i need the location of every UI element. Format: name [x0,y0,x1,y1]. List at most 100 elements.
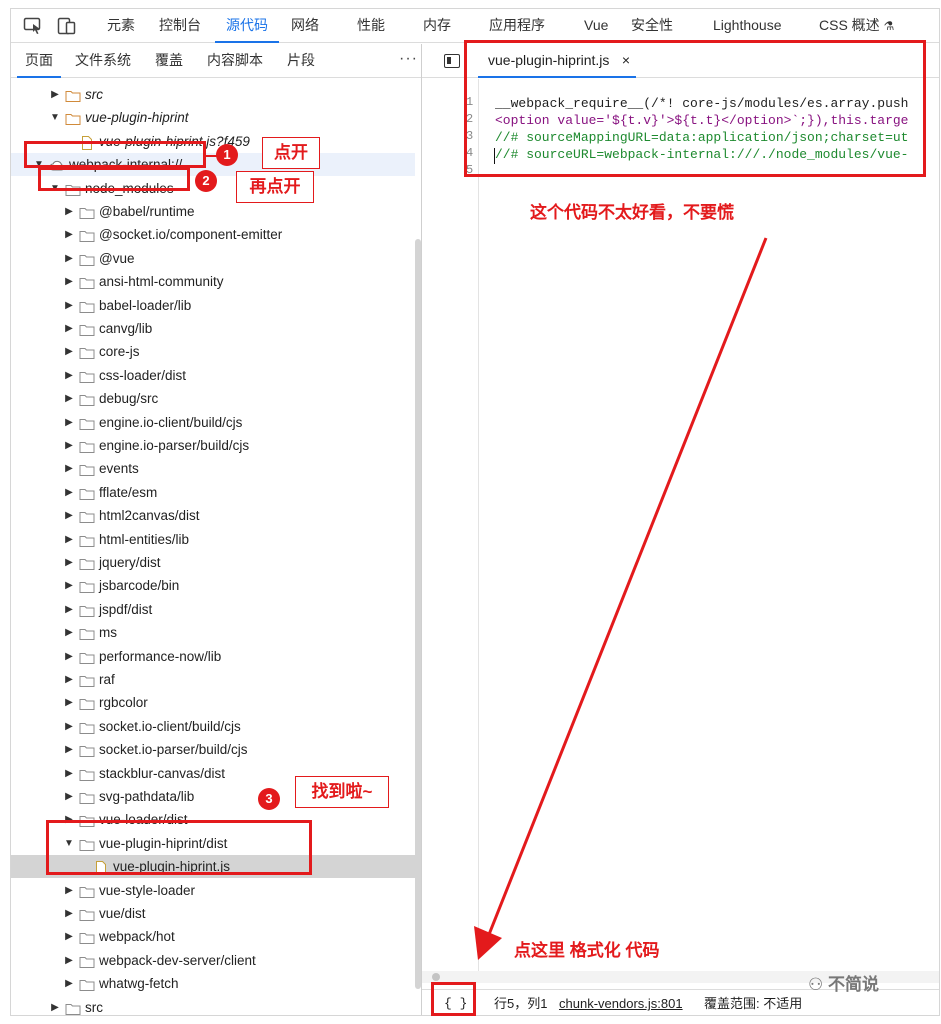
collapsed-triangle-icon[interactable]: ▶ [49,83,61,106]
collapsed-triangle-icon[interactable]: ▶ [63,691,75,714]
collapsed-triangle-icon[interactable]: ▶ [63,294,75,317]
tree-folder-item[interactable]: ▶ @vue [11,247,415,270]
tree-folder-item[interactable]: ▶ raf [11,668,415,691]
tree-folder-item[interactable]: ▶ vue-style-loader [11,879,415,902]
tree-folder-item[interactable]: ▶ canvg/lib [11,317,415,340]
collapsed-triangle-icon[interactable]: ▶ [63,504,75,527]
tab-css-overview-label: CSS 概述 [819,17,880,33]
collapsed-triangle-icon[interactable]: ▶ [63,528,75,551]
tree-folder-item[interactable]: ▶ fflate/esm [11,481,415,504]
collapsed-triangle-icon[interactable]: ▶ [63,247,75,270]
tab-memory[interactable]: 内存 [423,9,451,43]
collapsed-triangle-icon[interactable]: ▶ [63,411,75,434]
tree-folder-item[interactable]: ▶ jquery/dist [11,551,415,574]
subtab-content-scripts[interactable]: 内容脚本 [207,44,263,78]
collapsed-triangle-icon[interactable]: ▶ [63,925,75,948]
collapsed-triangle-icon[interactable]: ▶ [63,574,75,597]
tree-folder-item[interactable]: ▶ css-loader/dist [11,364,415,387]
folder-icon [79,532,95,547]
collapsed-triangle-icon[interactable]: ▶ [63,457,75,480]
folder-icon [79,578,95,594]
collapsed-triangle-icon[interactable]: ▶ [63,902,75,925]
tab-application[interactable]: 应用程序 [489,9,545,43]
tree-folder-item[interactable]: ▶ webpack/hot [11,925,415,948]
collapsed-triangle-icon[interactable]: ▶ [63,738,75,761]
device-toolbar-icon[interactable] [57,17,77,35]
tree-folder-item[interactable]: ▶ jspdf/dist [11,598,415,621]
tab-console[interactable]: 控制台 [159,9,201,43]
collapsed-triangle-icon[interactable]: ▶ [63,715,75,738]
collapsed-triangle-icon[interactable]: ▶ [63,645,75,668]
collapsed-triangle-icon[interactable]: ▶ [63,551,75,574]
collapsed-triangle-icon[interactable]: ▶ [63,762,75,785]
collapsed-triangle-icon[interactable]: ▶ [63,598,75,621]
collapsed-triangle-icon[interactable]: ▶ [63,223,75,246]
subtab-snippets[interactable]: 片段 [287,44,315,78]
tree-item-label: engine.io-client/build/cjs [99,414,243,430]
tree-folder-item[interactable]: ▶ whatwg-fetch [11,972,415,995]
tree-folder-item[interactable]: ▶ html-entities/lib [11,528,415,551]
tree-folder-item[interactable]: ▶ html2canvas/dist [11,504,415,527]
tree-item-label: engine.io-parser/build/cjs [99,438,250,453]
tree-folder-item[interactable]: ▶ @socket.io/component-emitter [11,223,415,246]
tree-folder-item[interactable]: ▶ events [11,457,415,480]
subtab-page[interactable]: 页面 [17,44,61,78]
tab-elements[interactable]: 元素 [107,9,135,43]
tree-folder-item[interactable]: ▶ vue/dist [11,902,415,925]
inspect-element-icon[interactable] [23,17,43,35]
tab-lighthouse[interactable]: Lighthouse [713,9,782,43]
collapsed-triangle-icon[interactable]: ▶ [63,949,75,972]
code-note: 这个代码不太好看，不要慌 [530,203,734,222]
tab-css-overview[interactable]: CSS 概述 ⚗ [819,9,894,43]
scrollbar-thumb[interactable] [432,973,440,981]
tree-folder-item[interactable]: ▶ jsbarcode/bin [11,574,415,597]
tree-folder-item[interactable]: ▶ socket.io-parser/build/cjs [11,738,415,761]
collapsed-triangle-icon[interactable]: ▶ [63,270,75,293]
tab-sources[interactable]: 源代码 [215,9,279,43]
tree-folder-item[interactable]: ▶ debug/src [11,387,415,410]
tree-folder-item[interactable]: ▶ core-js [11,340,415,363]
collapsed-triangle-icon[interactable]: ▶ [63,317,75,340]
collapsed-triangle-icon[interactable]: ▶ [63,340,75,363]
folder-icon [79,789,95,804]
collapsed-triangle-icon[interactable]: ▶ [63,364,75,387]
collapsed-triangle-icon[interactable]: ▶ [63,387,75,410]
tree-folder-item[interactable]: ▶ src [11,83,415,106]
tree-folder-item[interactable]: ▶ engine.io-client/build/cjs [11,411,415,434]
tree-item-label: socket.io-client/build/cjs [99,718,241,734]
tree-folder-item[interactable]: ▶ src [11,996,415,1015]
tree-folder-item[interactable]: ▶ babel-loader/lib [11,294,415,317]
tree-folder-item[interactable]: ▶ performance-now/lib [11,645,415,668]
collapsed-triangle-icon[interactable]: ▶ [63,879,75,902]
tree-folder-item[interactable]: ▶ webpack-dev-server/client [11,949,415,972]
tab-network[interactable]: 网络 [291,9,319,43]
tree-item-label: socket.io-parser/build/cjs [99,742,248,758]
collapsed-triangle-icon[interactable]: ▶ [63,668,75,691]
tab-security[interactable]: 安全性 [631,9,673,43]
source-link[interactable]: chunk-vendors.js:801 [559,990,683,1015]
tab-vue[interactable]: Vue [584,9,608,43]
tree-item-label: vue-plugin-hiprint [85,110,189,126]
tree-folder-item[interactable]: ▶ engine.io-parser/build/cjs [11,434,415,457]
toggle-navigator-icon[interactable] [444,54,460,68]
collapsed-triangle-icon[interactable]: ▶ [63,972,75,995]
more-options-icon[interactable]: ··· [399,44,418,74]
tab-performance[interactable]: 性能 [357,9,385,43]
folder-icon [79,391,95,407]
tree-scrollbar[interactable] [415,239,421,989]
collapsed-triangle-icon[interactable]: ▶ [63,200,75,223]
tree-folder-item[interactable]: ▶ rgbcolor [11,691,415,714]
tree-folder-item[interactable]: ▶ ms [11,621,415,644]
collapsed-triangle-icon[interactable]: ▶ [63,434,75,457]
tree-folder-item[interactable]: ▼ vue-plugin-hiprint [11,106,415,129]
tree-folder-item[interactable]: ▶ ansi-html-community [11,270,415,293]
subtab-overrides[interactable]: 覆盖 [155,44,183,78]
collapsed-triangle-icon[interactable]: ▶ [49,996,61,1015]
tree-folder-item[interactable]: ▶ @babel/runtime [11,200,415,223]
tree-folder-item[interactable]: ▶ socket.io-client/build/cjs [11,715,415,738]
subtab-filesystem[interactable]: 文件系统 [75,44,131,78]
collapsed-triangle-icon[interactable]: ▶ [63,621,75,644]
expanded-triangle-icon[interactable]: ▼ [49,106,61,129]
collapsed-triangle-icon[interactable]: ▶ [63,481,75,504]
collapsed-triangle-icon[interactable]: ▶ [63,785,75,808]
